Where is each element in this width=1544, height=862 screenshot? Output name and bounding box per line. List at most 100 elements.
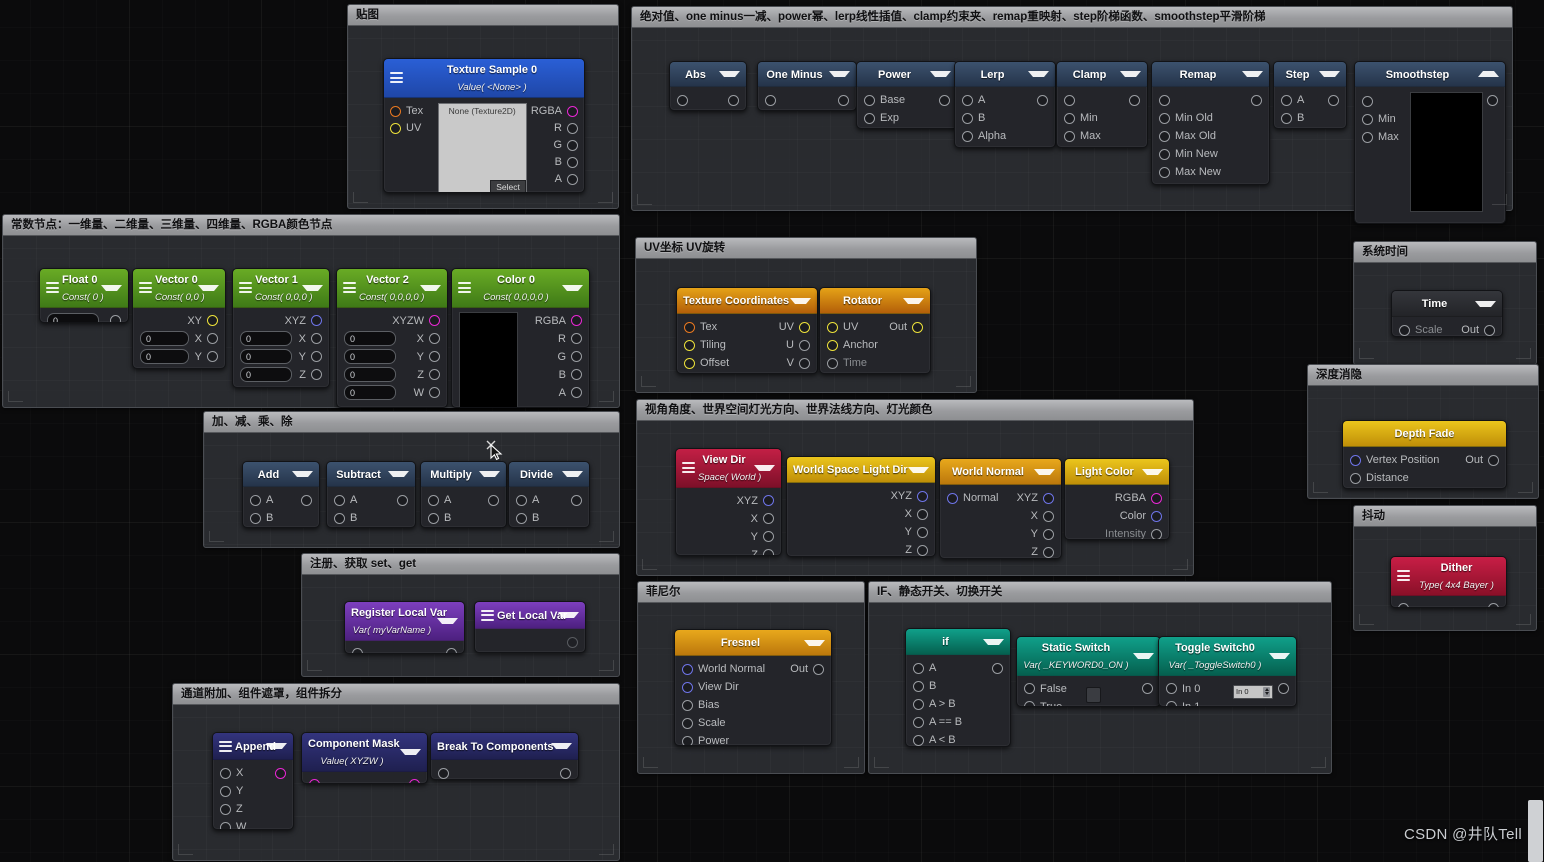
- port-xyz-out[interactable]: [311, 315, 322, 327]
- group-math[interactable]: 绝对值、one minus一减、power幂、lerp线性插值、clamp约束夹…: [631, 6, 1513, 224]
- port-uv-in[interactable]: [827, 321, 838, 333]
- port-bias-in[interactable]: [682, 699, 693, 711]
- port-out[interactable]: [275, 767, 286, 779]
- node-header-divide[interactable]: Divide: [509, 462, 589, 487]
- group-constants[interactable]: 常数节点：一维量、二维量、三维量、四维量、RGBA颜色节点 Float 0 Co…: [2, 214, 620, 408]
- port-in[interactable]: [1362, 95, 1373, 107]
- chevron-down-icon[interactable]: [198, 284, 219, 291]
- port-b-in[interactable]: [250, 512, 261, 524]
- node-header-dither[interactable]: Dither Type( 4x4 Bayer ): [1391, 557, 1506, 596]
- node-toggle-switch[interactable]: Toggle Switch0 Var( _ToggleSwitch0 ) In …: [1158, 636, 1297, 707]
- vector2-z-input[interactable]: 0: [344, 367, 396, 383]
- chevron-down-icon[interactable]: [719, 71, 740, 77]
- node-header-vector0[interactable]: Vector 0 Const( 0,0 ): [133, 269, 225, 308]
- port-z-out[interactable]: [429, 369, 440, 381]
- port-x-out[interactable]: [311, 333, 322, 345]
- port-in[interactable]: [1398, 603, 1409, 607]
- chevron-down-icon[interactable]: [1319, 71, 1340, 77]
- node-view-dir[interactable]: View Dir Space( World ) XYZ X Y Z: [675, 448, 782, 556]
- port-a-out[interactable]: [567, 173, 578, 185]
- port-x-out[interactable]: [1043, 510, 1054, 522]
- vector2-x-input[interactable]: 0: [344, 331, 396, 347]
- port-out[interactable]: [1328, 94, 1339, 106]
- port-max-in[interactable]: [1064, 130, 1075, 142]
- node-header-component-mask[interactable]: Component Mask Value( XYZW ): [302, 733, 427, 772]
- port-time-in[interactable]: [827, 357, 838, 369]
- port-y-out[interactable]: [1043, 528, 1054, 540]
- node-header-view-dir[interactable]: View Dir Space( World ): [676, 449, 781, 488]
- port-out[interactable]: [992, 662, 1003, 674]
- port-out[interactable]: [110, 315, 121, 322]
- port-b-in[interactable]: [962, 112, 973, 124]
- port-in[interactable]: [1064, 94, 1075, 106]
- node-float0[interactable]: Float 0 Const( 0 ) 0: [39, 268, 129, 323]
- graph-canvas[interactable]: 贴图 Texture Sample 0 Value( <None> ) Tex …: [0, 0, 1544, 862]
- port-z-out[interactable]: [917, 544, 928, 556]
- node-header-static-switch[interactable]: Static Switch Var( _KEYWORD0_ON ): [1017, 637, 1160, 676]
- chevron-down-icon[interactable]: [388, 471, 409, 477]
- chevron-down-icon[interactable]: [479, 471, 500, 477]
- chevron-up-icon[interactable]: [1478, 71, 1499, 77]
- port-out[interactable]: [838, 94, 849, 106]
- node-break-to-components[interactable]: Break To Components: [430, 732, 579, 780]
- port-out[interactable]: [1484, 324, 1495, 336]
- port-xyz-out[interactable]: [763, 495, 774, 507]
- node-smoothstep[interactable]: Smoothstep Min Max: [1354, 61, 1506, 224]
- port-out[interactable]: [488, 494, 499, 506]
- chevron-down-icon[interactable]: [101, 284, 122, 291]
- port-y-out[interactable]: [917, 526, 928, 538]
- node-vector0[interactable]: Vector 0 Const( 0,0 ) XY 0X 0Y: [132, 268, 226, 369]
- node-lerp[interactable]: Lerp A B Alpha: [954, 61, 1056, 148]
- port-color-out[interactable]: [1151, 510, 1162, 522]
- port-x-out[interactable]: [917, 508, 928, 520]
- node-get-local-var[interactable]: Get Local Var: [474, 601, 586, 653]
- node-if[interactable]: if A B A > B A == B A < B: [905, 628, 1011, 747]
- port-b-in[interactable]: [1281, 112, 1292, 124]
- node-header-if[interactable]: if: [906, 629, 1010, 655]
- port-offset-in[interactable]: [684, 357, 695, 369]
- port-max-in[interactable]: [1362, 131, 1373, 143]
- port-out[interactable]: [939, 94, 950, 106]
- node-static-switch[interactable]: Static Switch Var( _KEYWORD0_ON ) False …: [1016, 636, 1161, 707]
- port-rgba-out[interactable]: [567, 105, 578, 117]
- node-header-float0[interactable]: Float 0 Const( 0 ): [40, 269, 128, 308]
- static-switch-checkbox[interactable]: [1086, 686, 1101, 703]
- port-tex-in[interactable]: [684, 321, 695, 333]
- port-out[interactable]: [567, 636, 578, 648]
- port-tex-in[interactable]: [390, 105, 401, 117]
- port-a-in[interactable]: [913, 662, 924, 674]
- node-subtract[interactable]: Subtract A B: [326, 461, 416, 528]
- port-y-out[interactable]: [763, 531, 774, 543]
- node-register-local-var[interactable]: Register Local Var Var( myVarName ): [344, 601, 465, 654]
- chevron-down-icon[interactable]: [1475, 300, 1496, 307]
- port-out[interactable]: [571, 494, 582, 506]
- chevron-down-icon[interactable]: [437, 617, 458, 624]
- node-fresnel[interactable]: Fresnel World Normal Out View Dir Bias Sc…: [674, 629, 832, 746]
- port-out[interactable]: [728, 94, 739, 106]
- group-switch[interactable]: IF、静态开关、切换开关 if A B A > B A == B A < B S…: [868, 581, 1332, 774]
- node-add[interactable]: Add A B: [242, 461, 320, 528]
- port-out[interactable]: [1251, 94, 1262, 106]
- group-texture[interactable]: 贴图 Texture Sample 0 Value( <None> ) Tex …: [347, 4, 619, 209]
- port-z-out[interactable]: [763, 549, 774, 555]
- chevron-down-icon[interactable]: [562, 284, 583, 291]
- port-out[interactable]: [560, 767, 571, 779]
- menu-icon[interactable]: [343, 282, 356, 294]
- port-u-out[interactable]: [799, 339, 810, 351]
- port-out[interactable]: [301, 494, 312, 506]
- node-header-add[interactable]: Add: [243, 462, 319, 487]
- port-x-out[interactable]: [207, 333, 218, 345]
- chevron-down-icon[interactable]: [790, 297, 811, 304]
- chevron-down-icon[interactable]: [1034, 468, 1055, 475]
- node-divide[interactable]: Divide A B: [508, 461, 590, 528]
- port-z-out[interactable]: [311, 369, 322, 381]
- port-g-out[interactable]: [567, 139, 578, 151]
- port-out[interactable]: [397, 494, 408, 506]
- texture-preview[interactable]: None (Texture2D) Select: [437, 102, 527, 192]
- port-a-eq-b-in[interactable]: [913, 716, 924, 728]
- vector0-x-input[interactable]: 0: [140, 331, 189, 347]
- port-out[interactable]: [1142, 683, 1153, 695]
- node-header-break-to-components[interactable]: Break To Components: [431, 733, 578, 760]
- node-header-one-minus[interactable]: One Minus: [758, 62, 856, 87]
- menu-icon[interactable]: [390, 72, 403, 84]
